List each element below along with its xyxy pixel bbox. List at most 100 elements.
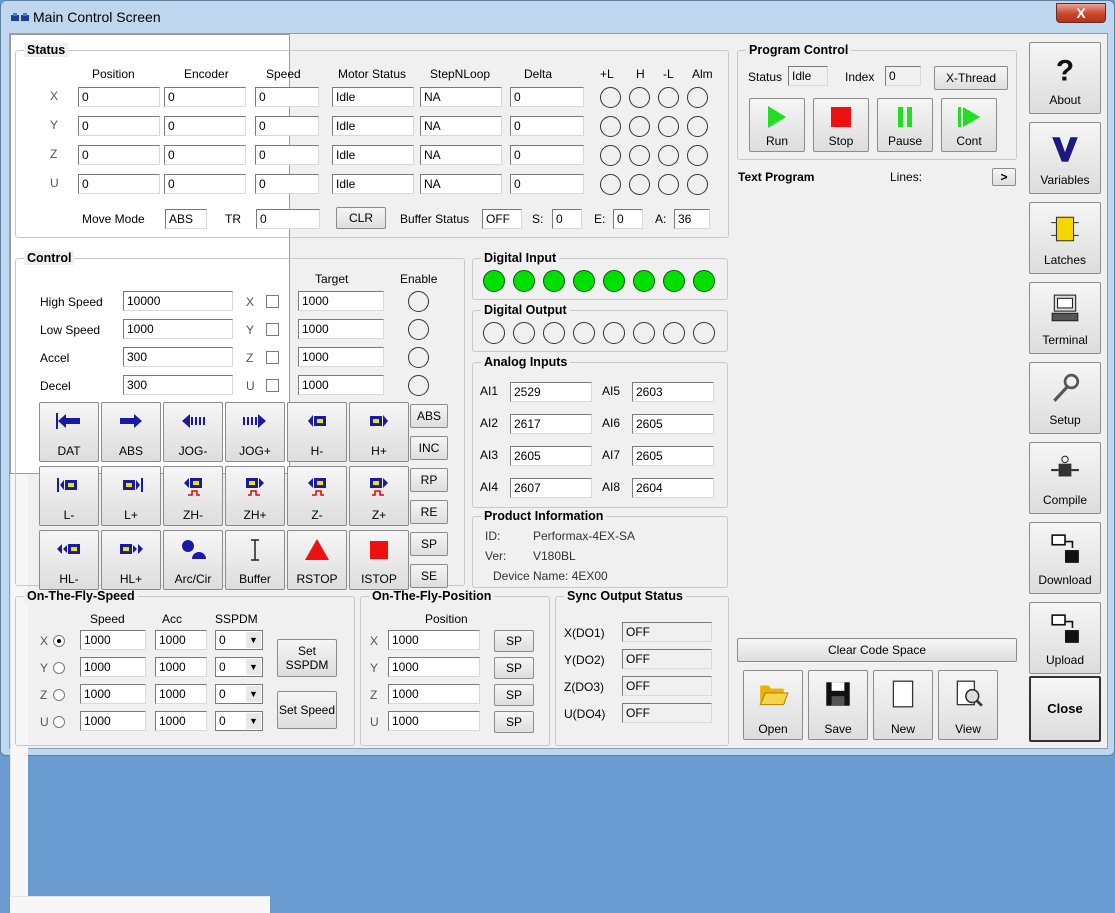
target-field[interactable]: 1000 — [298, 319, 384, 339]
sspdm-select[interactable]: 0 ▼ — [215, 711, 263, 731]
pause-button[interactable]: Pause — [877, 98, 933, 152]
otf-speed-field[interactable]: 1000 — [80, 711, 146, 731]
arc-circle-button[interactable]: Arc/Cir — [163, 530, 223, 590]
digital-output-led[interactable] — [663, 322, 685, 344]
open-button[interactable]: Open — [743, 670, 803, 740]
set-sspdm-button[interactable]: Set SSPDM — [277, 639, 337, 677]
otf-position-field[interactable]: 1000 — [388, 711, 480, 731]
otf-acc-field[interactable]: 1000 — [155, 711, 207, 731]
clear-code-space-button[interactable]: Clear Code Space — [737, 638, 1017, 662]
tr-field[interactable]: 0 — [256, 209, 320, 229]
sp-mode-button[interactable]: SP — [410, 532, 448, 556]
digital-output-led[interactable] — [693, 322, 715, 344]
z-index-minus-button[interactable]: Z- — [287, 466, 347, 526]
set-speed-button[interactable]: Set Speed — [277, 691, 337, 729]
target-field[interactable]: 1000 — [298, 375, 384, 395]
new-button[interactable]: New — [873, 670, 933, 740]
otf-position-sp-button[interactable]: SP — [494, 711, 534, 733]
enable-indicator[interactable] — [408, 347, 429, 368]
home-limit-plus-button[interactable]: HL+ — [101, 530, 161, 590]
enable-indicator[interactable] — [408, 375, 429, 396]
z-home-plus-button[interactable]: ZH+ — [225, 466, 285, 526]
status-motor-status-field[interactable]: Idle — [332, 145, 414, 165]
rp-mode-button[interactable]: RP — [410, 468, 448, 492]
sspdm-select[interactable]: 0 ▼ — [215, 684, 263, 704]
immediate-stop-button[interactable]: ISTOP — [349, 530, 409, 590]
status-motor-status-field[interactable]: Idle — [332, 87, 414, 107]
z-index-plus-button[interactable]: Z+ — [349, 466, 409, 526]
status-stepnloop-field[interactable]: NA — [420, 87, 502, 107]
otf-acc-field[interactable]: 1000 — [155, 630, 207, 650]
latches-button[interactable]: Latches — [1029, 202, 1101, 274]
upload-button[interactable]: Upload — [1029, 602, 1101, 674]
digital-output-led[interactable] — [573, 322, 595, 344]
target-field[interactable]: 1000 — [298, 291, 384, 311]
buffer-status-field[interactable]: OFF — [482, 209, 522, 229]
high-speed-field[interactable]: 10000 — [123, 291, 233, 311]
status-speed-field[interactable]: 0 — [255, 145, 319, 165]
axis-select-checkbox[interactable] — [266, 323, 279, 336]
status-encoder-field[interactable]: 0 — [164, 116, 246, 136]
target-field[interactable]: 1000 — [298, 347, 384, 367]
status-position-field[interactable]: 0 — [78, 145, 160, 165]
compile-button[interactable]: Compile — [1029, 442, 1101, 514]
clr-button[interactable]: CLR — [336, 207, 386, 229]
buffer-s-field[interactable]: 0 — [552, 209, 582, 229]
run-button[interactable]: Run — [749, 98, 805, 152]
status-position-field[interactable]: 0 — [78, 174, 160, 194]
move-mode-field[interactable]: ABS — [165, 209, 207, 229]
digital-output-led[interactable] — [513, 322, 535, 344]
otf-acc-field[interactable]: 1000 — [155, 657, 207, 677]
axis-select-checkbox[interactable] — [266, 379, 279, 392]
enable-indicator[interactable] — [408, 291, 429, 312]
sspdm-select[interactable]: 0 ▼ — [215, 657, 263, 677]
setup-button[interactable]: Setup — [1029, 362, 1101, 434]
status-position-field[interactable]: 0 — [78, 87, 160, 107]
status-speed-field[interactable]: 0 — [255, 87, 319, 107]
buffer-button[interactable]: Buffer — [225, 530, 285, 590]
otf-axis-radio[interactable] — [53, 635, 65, 647]
jog-plus-button[interactable]: JOG+ — [225, 402, 285, 462]
buffer-a-field[interactable]: 36 — [674, 209, 710, 229]
ramp-stop-button[interactable]: RSTOP — [287, 530, 347, 590]
status-stepnloop-field[interactable]: NA — [420, 174, 502, 194]
status-delta-field[interactable]: 0 — [510, 174, 584, 194]
status-delta-field[interactable]: 0 — [510, 116, 584, 136]
continue-button[interactable]: Cont — [941, 98, 997, 152]
otf-position-sp-button[interactable]: SP — [494, 630, 534, 652]
axis-select-checkbox[interactable] — [266, 351, 279, 364]
datum-button[interactable]: DAT — [39, 402, 99, 462]
limit-plus-button[interactable]: L+ — [101, 466, 161, 526]
otf-axis-radio[interactable] — [53, 662, 65, 674]
decel-field[interactable]: 300 — [123, 375, 233, 395]
otf-position-field[interactable]: 1000 — [388, 630, 480, 650]
otf-position-field[interactable]: 1000 — [388, 684, 480, 704]
status-stepnloop-field[interactable]: NA — [420, 145, 502, 165]
editor-horizontal-scrollbar[interactable] — [10, 896, 270, 913]
window-close-button[interactable]: X — [1056, 3, 1106, 23]
otf-acc-field[interactable]: 1000 — [155, 684, 207, 704]
digital-output-led[interactable] — [633, 322, 655, 344]
save-button[interactable]: Save — [808, 670, 868, 740]
absolute-move-button[interactable]: ABS — [101, 402, 161, 462]
accel-field[interactable]: 300 — [123, 347, 233, 367]
status-delta-field[interactable]: 0 — [510, 87, 584, 107]
sspdm-select[interactable]: 0 ▼ — [215, 630, 263, 650]
stop-button[interactable]: Stop — [813, 98, 869, 152]
status-encoder-field[interactable]: 0 — [164, 87, 246, 107]
terminal-button[interactable]: Terminal — [1029, 282, 1101, 354]
status-speed-field[interactable]: 0 — [255, 116, 319, 136]
variables-button[interactable]: Variables — [1029, 122, 1101, 194]
status-stepnloop-field[interactable]: NA — [420, 116, 502, 136]
otf-position-field[interactable]: 1000 — [388, 657, 480, 677]
download-button[interactable]: Download — [1029, 522, 1101, 594]
x-thread-button[interactable]: X-Thread — [934, 66, 1008, 90]
home-limit-minus-button[interactable]: HL- — [39, 530, 99, 590]
status-position-field[interactable]: 0 — [78, 116, 160, 136]
limit-minus-button[interactable]: L- — [39, 466, 99, 526]
otf-position-sp-button[interactable]: SP — [494, 684, 534, 706]
digital-output-led[interactable] — [543, 322, 565, 344]
status-encoder-field[interactable]: 0 — [164, 174, 246, 194]
z-home-minus-button[interactable]: ZH- — [163, 466, 223, 526]
status-delta-field[interactable]: 0 — [510, 145, 584, 165]
